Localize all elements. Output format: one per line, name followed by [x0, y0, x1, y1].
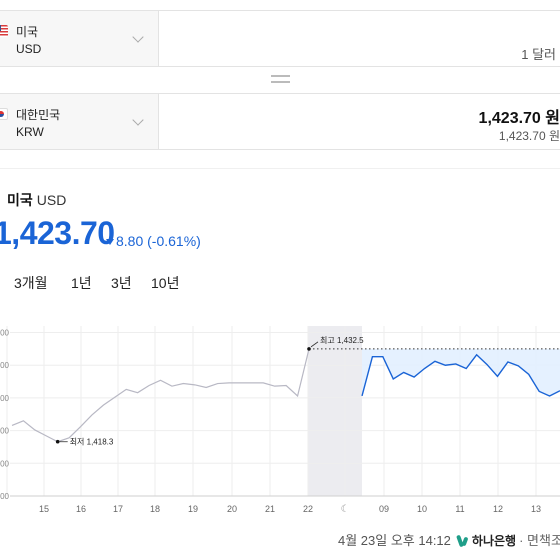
to-currency-code: KRW [16, 125, 44, 139]
tab-1-year[interactable]: 1년 [71, 273, 92, 293]
x-tick-label: 21 [265, 504, 275, 514]
x-tick-label: 18 [150, 504, 160, 514]
down-arrow-icon [106, 239, 114, 245]
moon-icon: ☾ [341, 504, 350, 515]
x-tick-label: 17 [113, 504, 123, 514]
pair-code: USD [36, 192, 67, 208]
x-tick-label: 09 [379, 504, 389, 514]
y-tick-label: 1,410.00 [0, 492, 10, 501]
converter-from-row: 미국 USD 1 달러 [0, 10, 560, 67]
kr-flag-icon [0, 108, 8, 120]
x-tick-label: 20 [227, 504, 237, 514]
y-tick-label: 1,420.00 [0, 427, 10, 436]
x-tick-label: 12 [493, 504, 503, 514]
tab-3-months[interactable]: 3개월 [14, 273, 48, 293]
exchange-rate-chart[interactable]: 1,435.00 1,430.00 1,425.00 1,420.00 1,415.00… [0, 318, 560, 518]
x-tick-label: 16 [76, 504, 86, 514]
us-flag-icon [0, 25, 8, 37]
x-tick-label: 10 [417, 504, 427, 514]
x-tick-label: 13 [531, 504, 541, 514]
tab-10-years[interactable]: 10년 [151, 273, 179, 293]
low-point-marker [55, 439, 60, 444]
to-amount-subtext: 1,423.70 원 [498, 129, 560, 143]
chart-footer: 4월 23일 오후 14:12 하나은행· 면책조항 [338, 530, 560, 549]
tab-3-years[interactable]: 3년 [111, 273, 132, 293]
bank-name: 하나은행 [471, 534, 517, 548]
chevron-down-icon [132, 31, 144, 43]
to-currency-select[interactable]: 대한민국 KRW [0, 94, 159, 149]
from-currency-select[interactable]: 미국 USD [0, 11, 159, 66]
x-tick-label: 15 [39, 504, 49, 514]
x-tick-label: 19 [188, 504, 198, 514]
high-point-marker [307, 347, 311, 351]
hana-bank-logo-icon [457, 535, 469, 547]
y-tick-label: 1,415.00 [0, 459, 10, 468]
from-currency-name: 미국 [16, 25, 39, 39]
pair-country: 미국 [7, 192, 33, 208]
from-currency-code: USD [16, 42, 42, 56]
converter-to-row: 대한민국 KRW 1,423.70 원 1,423.70 원 [0, 93, 560, 150]
price-change: 8.80 (-0.61%) [106, 233, 201, 249]
currency-pair-title: 미국 USD [7, 190, 66, 210]
x-tick-label: 22 [303, 504, 313, 514]
y-tick-label: 1,430.00 [0, 361, 10, 370]
disclaimer-link[interactable]: · 면책조항 [519, 533, 560, 548]
current-price: 1,423.70 [0, 215, 115, 251]
x-tick-label: 11 [455, 504, 464, 514]
chevron-down-icon [132, 114, 144, 126]
realtime-shade-area [362, 348, 560, 396]
y-tick-label: 1,425.00 [0, 394, 10, 403]
to-currency-name: 대한민국 [16, 108, 61, 122]
market-closed-shade [308, 326, 362, 496]
price-change-value: 8.80 (-0.61%) [116, 233, 201, 249]
history-series-line [11, 348, 310, 443]
update-timestamp: 4월 23일 오후 14:12 [338, 533, 451, 548]
section-divider [0, 168, 560, 169]
low-label: 최저 1,418.3 [70, 437, 114, 447]
swap-icon[interactable] [271, 75, 290, 83]
high-label: 최고 1,432.5 [320, 335, 364, 345]
from-amount-input[interactable]: 1 달러 [521, 44, 556, 63]
y-tick-label: 1,435.00 [0, 329, 10, 338]
to-amount-input[interactable]: 1,423.70 원 [479, 104, 560, 128]
